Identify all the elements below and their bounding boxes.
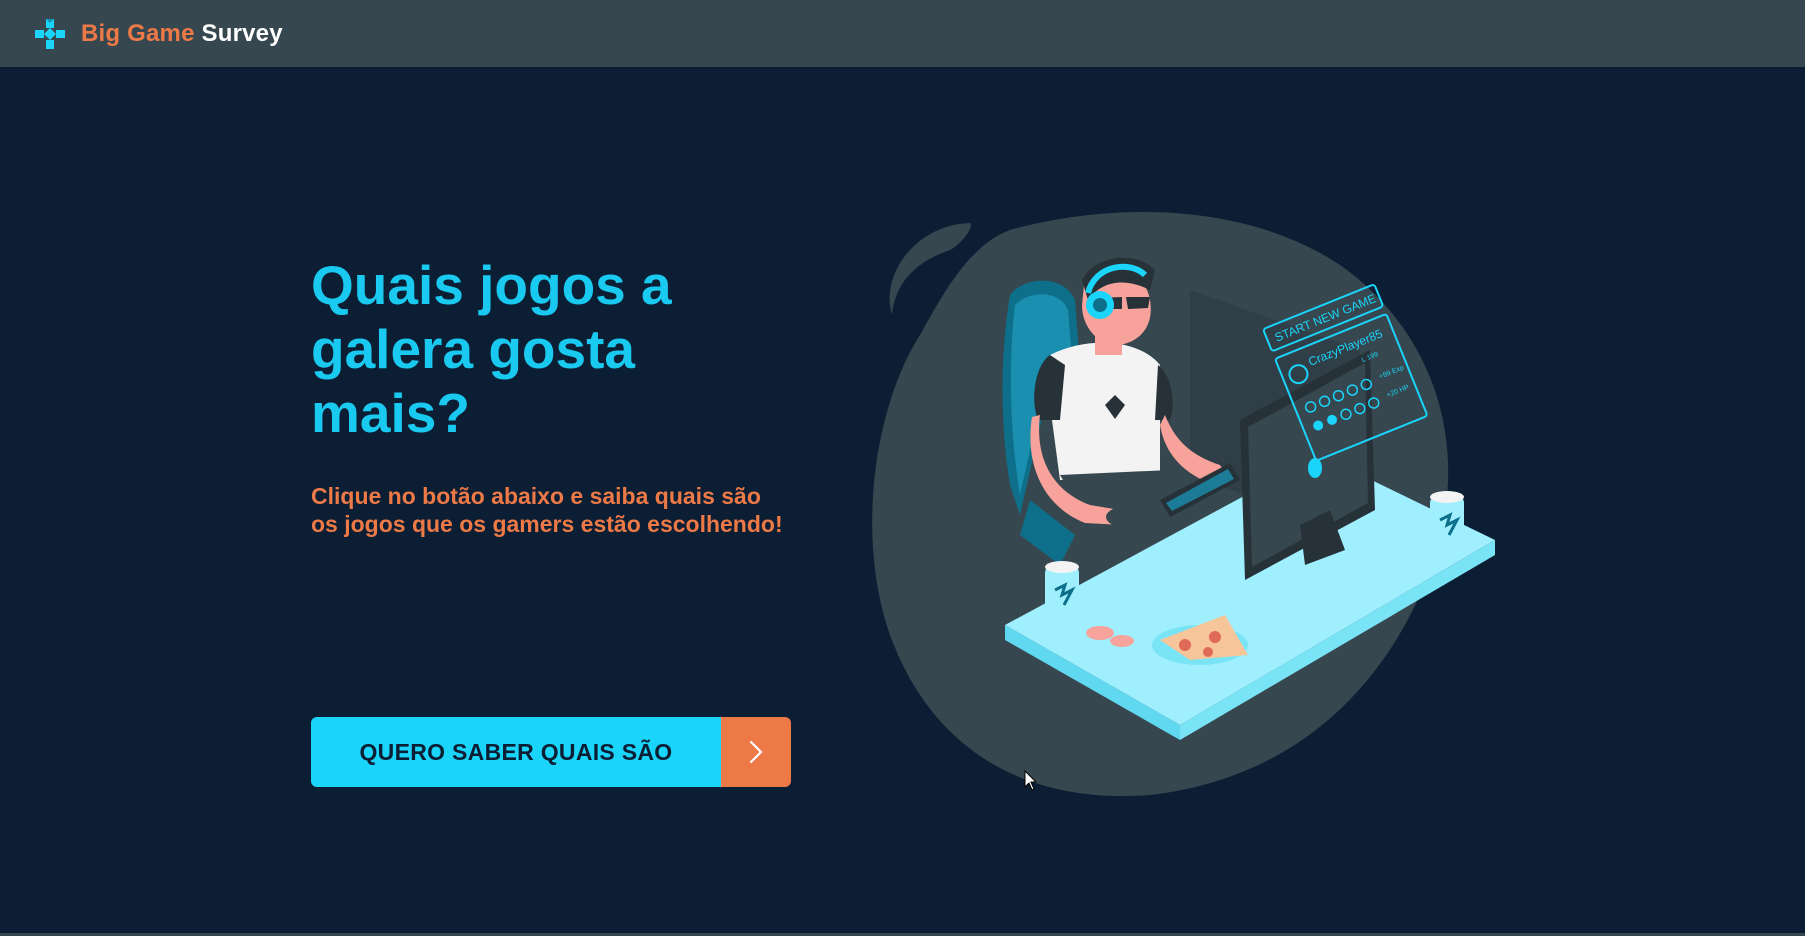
mouse-cursor-icon	[1024, 770, 1038, 791]
brand-name-part2: Survey	[201, 19, 283, 47]
cta-button[interactable]: QUERO SABER QUAIS SÃO	[311, 717, 791, 787]
gamer-shirt	[1050, 342, 1160, 480]
monitor-logo	[1308, 458, 1322, 478]
hero-subtitle: Clique no botão abaixo e saiba quais são…	[311, 483, 783, 537]
logo[interactable]: Big Game Survey	[33, 17, 283, 51]
hero-title: Quais jogos a galera gosta mais?	[311, 254, 672, 444]
navbar: Big Game Survey	[0, 0, 1805, 67]
gamepad-icon	[35, 18, 65, 49]
brand-name-part1: Big Game	[81, 19, 195, 47]
gamer-illustration: START NEW GAME CrazyPlayer85 L 199 +99 E…	[872, 212, 1495, 797]
cta-button-label: QUERO SABER QUAIS SÃO	[311, 717, 721, 787]
mouse	[1106, 506, 1150, 528]
cta-arrow-box	[721, 717, 791, 787]
chevron-right-icon	[749, 740, 763, 764]
